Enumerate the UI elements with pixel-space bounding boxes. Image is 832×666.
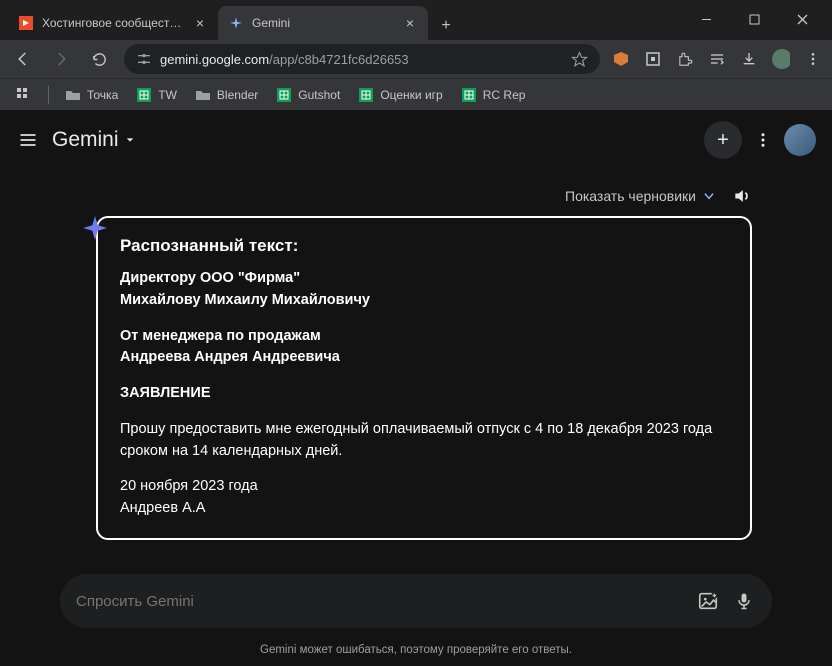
gemini-star-icon (82, 215, 108, 241)
prompt-input-bar (60, 574, 772, 628)
extensions-menu-icon[interactable] (676, 50, 694, 68)
forward-button[interactable] (48, 46, 74, 72)
sheet-icon (461, 87, 477, 103)
sheet-icon (136, 87, 152, 103)
bookmark-item[interactable]: Оценки игр (352, 83, 448, 107)
apps-icon[interactable] (10, 83, 38, 107)
card-line: Директору ООО "Фирма" (120, 268, 728, 290)
profile-icon[interactable] (772, 50, 790, 68)
card-heading: Распознанный текст: (120, 236, 728, 256)
tab-inactive[interactable]: Хостинговое сообщество «Tin × (8, 6, 218, 40)
card-line: 20 ноября 2023 года (120, 476, 728, 498)
minimize-icon[interactable] (684, 4, 728, 34)
tab-favicon (18, 15, 34, 31)
download-icon[interactable] (740, 50, 758, 68)
card-line: Прошу предоставить мне ежегодный оплачив… (120, 419, 728, 463)
window-controls (684, 0, 824, 34)
new-chat-button[interactable]: + (704, 121, 742, 159)
bookmark-item[interactable]: RC Rep (455, 83, 532, 107)
close-window-icon[interactable] (780, 4, 824, 34)
folder-icon (195, 87, 211, 103)
reload-button[interactable] (86, 46, 112, 72)
tab-title: Хостинговое сообщество «Tin (42, 16, 184, 30)
bookmark-item[interactable]: Blender (189, 83, 264, 107)
more-icon[interactable] (754, 131, 772, 149)
card-line: ЗАЯВЛЕНИЕ (120, 383, 728, 405)
address-bar: gemini.google.com/app/c8b4721fc6d26653 (0, 40, 832, 78)
url-input[interactable]: gemini.google.com/app/c8b4721fc6d26653 (124, 44, 600, 74)
tab-active[interactable]: Gemini × (218, 6, 428, 40)
app-header: Gemini + (0, 110, 832, 170)
chevron-down-icon (125, 135, 135, 145)
chevron-down-icon (702, 189, 716, 203)
sheet-icon (276, 87, 292, 103)
site-settings-icon[interactable] (136, 51, 152, 67)
avatar[interactable] (784, 124, 816, 156)
card-line: От менеджера по продажам (120, 326, 728, 348)
maximize-icon[interactable] (732, 4, 776, 34)
content: Показать черновики Распознанный текст: Д… (0, 170, 832, 540)
reader-icon[interactable] (708, 50, 726, 68)
menu-icon[interactable] (804, 50, 822, 68)
card-line: Андреев А.А (120, 498, 728, 520)
folder-icon (65, 87, 81, 103)
footer-disclaimer: Gemini может ошибаться, поэтому проверяй… (0, 644, 832, 656)
bookmark-item[interactable]: TW (130, 83, 183, 107)
extension-icon[interactable] (644, 50, 662, 68)
prompt-input[interactable] (76, 593, 684, 610)
bookmark-item[interactable]: Gutshot (270, 83, 346, 107)
page: Gemini + Показать черновики Распознанный… (0, 110, 832, 666)
tab-title: Gemini (252, 16, 394, 30)
star-icon[interactable] (571, 51, 588, 68)
new-tab-button[interactable]: + (432, 12, 460, 40)
drafts-toggle[interactable]: Показать черновики (565, 188, 716, 204)
url-text: gemini.google.com/app/c8b4721fc6d26653 (160, 52, 409, 67)
close-icon[interactable]: × (192, 15, 208, 31)
response-card: Распознанный текст: Директору ООО "Фирма… (96, 216, 752, 540)
mic-icon[interactable] (732, 589, 756, 613)
extension-icon[interactable] (612, 50, 630, 68)
menu-icon[interactable] (16, 128, 40, 152)
divider (48, 86, 49, 104)
titlebar: Хостинговое сообщество «Tin × Gemini × + (0, 0, 832, 40)
close-icon[interactable]: × (402, 15, 418, 31)
bookmarks-bar: Точка TW Blender Gutshot Оценки игр RC R… (0, 78, 832, 110)
sheet-icon (358, 87, 374, 103)
speaker-icon[interactable] (732, 186, 752, 206)
card-line: Михайлову Михаилу Михайловичу (120, 290, 728, 312)
gemini-icon (228, 15, 244, 31)
brand-dropdown[interactable]: Gemini (52, 128, 135, 152)
card-line: Андреева Андрея Андреевича (120, 347, 728, 369)
back-button[interactable] (10, 46, 36, 72)
extensions (612, 50, 822, 68)
image-upload-icon[interactable] (696, 589, 720, 613)
bookmark-item[interactable]: Точка (59, 83, 124, 107)
